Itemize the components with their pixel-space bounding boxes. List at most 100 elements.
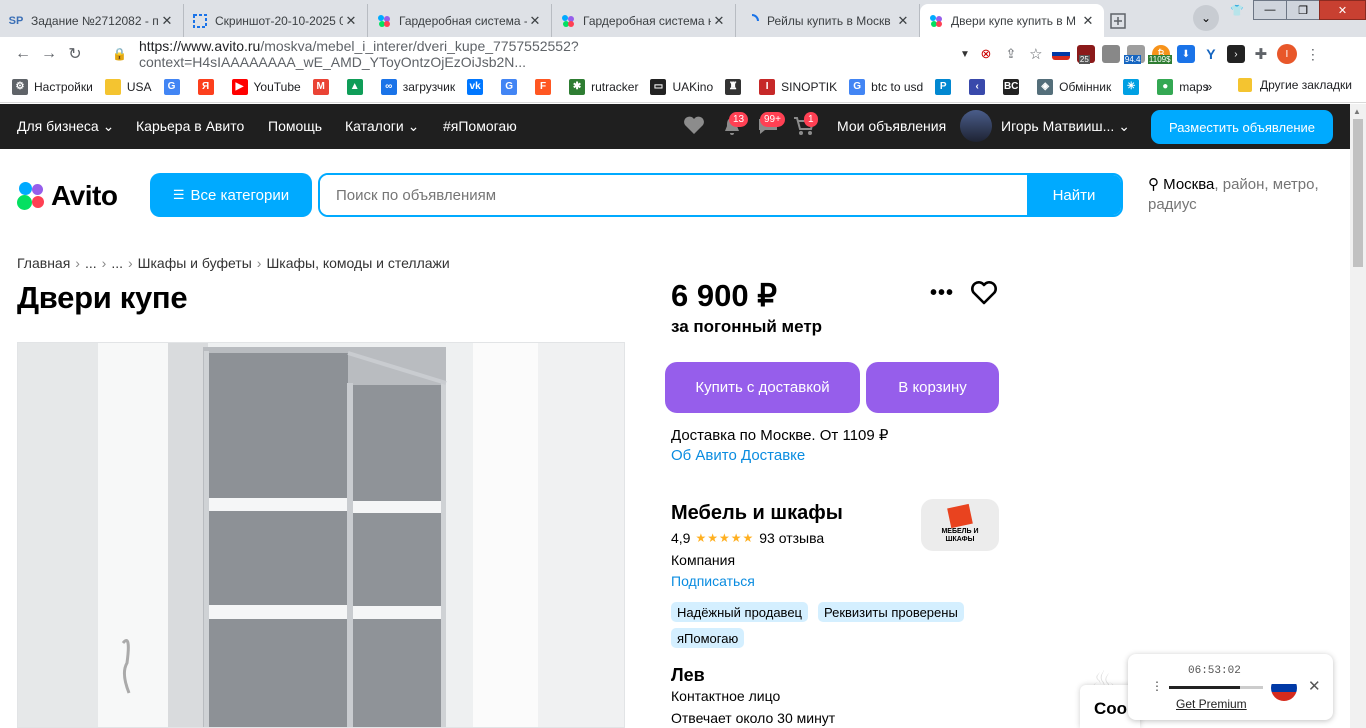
nav-catalogs[interactable]: Каталоги ⌄ xyxy=(345,118,419,135)
add-to-cart-button[interactable]: В корзину xyxy=(866,362,999,413)
bookmark-item[interactable]: ♜ xyxy=(725,78,747,95)
bookmark-item[interactable]: ‹ xyxy=(969,78,991,95)
product-photo[interactable] xyxy=(17,342,625,728)
subscribe-link[interactable]: Подписаться xyxy=(671,573,755,589)
my-ads-link[interactable]: Мои объявления xyxy=(837,118,946,134)
russia-flag-icon[interactable] xyxy=(1051,48,1070,60)
bookmark-item[interactable]: F xyxy=(535,78,557,95)
reload-button[interactable]: ↻ xyxy=(62,44,88,64)
place-ad-button[interactable]: Разместить объявление xyxy=(1151,110,1333,144)
bookmark-item[interactable]: P xyxy=(935,78,957,95)
avito-logo[interactable]: Avito xyxy=(17,180,118,212)
bookmark-item[interactable]: Gbtc to usd xyxy=(849,78,923,95)
breadcrumb-item[interactable]: Главная xyxy=(17,255,70,271)
close-tab-icon[interactable]: ✕ xyxy=(711,13,727,29)
favorite-heart-icon[interactable] xyxy=(970,280,1000,308)
avatar[interactable] xyxy=(960,110,992,142)
progress-bar[interactable] xyxy=(1169,686,1263,689)
share-icon[interactable]: ⇪ xyxy=(1002,45,1020,63)
browser-tab[interactable]: SP Задание №2712082 - п ✕ xyxy=(0,4,184,37)
breadcrumb-item[interactable]: Шкафы, комоды и стеллажи xyxy=(266,255,449,271)
get-premium-link[interactable]: Get Premium xyxy=(1176,697,1247,711)
bitcoin-icon[interactable]: ₿ 1109$ xyxy=(1147,45,1172,64)
close-tab-icon[interactable]: ✕ xyxy=(1080,13,1096,29)
profile-icon[interactable]: 👕 xyxy=(1220,0,1254,20)
bookmark-item[interactable]: ⚙ Настройки xyxy=(12,78,93,95)
all-categories-button[interactable]: ☰ Все категории xyxy=(150,173,312,217)
omnibox[interactable]: 🔒 https://www.avito.ru/moskva/mebel_i_in… xyxy=(102,38,952,70)
seller-name[interactable]: Мебель и шкафы xyxy=(671,502,843,525)
location-selector[interactable]: ⚲ Москва, район, метро, радиус xyxy=(1148,175,1338,215)
bookmark-item[interactable]: BC xyxy=(1003,78,1025,95)
breadcrumb-item[interactable]: Шкафы и буфеты xyxy=(138,255,252,271)
bookmark-item[interactable]: ▭ UAKino xyxy=(650,78,713,95)
close-tab-icon[interactable]: ✕ xyxy=(159,13,175,29)
close-icon[interactable]: ✕ xyxy=(1308,677,1321,695)
bookmark-item[interactable]: ∞ загрузчик xyxy=(380,78,455,95)
vpn-icon[interactable]: Y xyxy=(1202,45,1220,63)
delivery-link[interactable]: Об Авито Доставке xyxy=(671,447,805,464)
bookmark-item[interactable]: ▲ xyxy=(346,78,369,95)
star-icon[interactable]: ☆ xyxy=(1027,45,1045,63)
bookmark-item[interactable]: G xyxy=(163,78,186,95)
more-options-icon[interactable]: ••• xyxy=(930,282,954,305)
nav-career[interactable]: Карьера в Авито xyxy=(136,118,244,134)
page-scrollbar[interactable]: ▲ xyxy=(1350,104,1366,728)
scrollbar-thumb[interactable] xyxy=(1353,119,1363,267)
blocked-icon[interactable]: ⊗ xyxy=(977,45,995,63)
find-button[interactable]: Найти xyxy=(1027,175,1121,215)
user-menu[interactable]: Игорь Матвииш... ⌄ xyxy=(1001,118,1130,135)
close-tab-icon[interactable]: ✕ xyxy=(527,13,543,29)
bookmark-item[interactable]: ✳ xyxy=(1123,78,1145,95)
avatar[interactable]: I xyxy=(1276,44,1297,64)
nav-charity[interactable]: #яПомогаю xyxy=(443,118,517,134)
shield-extension-icon[interactable]: 25 xyxy=(1076,45,1095,64)
nav-help[interactable]: Помощь xyxy=(268,118,322,134)
bookmark-item[interactable]: ◈ Обмінник xyxy=(1037,78,1111,95)
briefcase-icon[interactable] xyxy=(1101,45,1120,63)
close-window-button[interactable]: ✕ xyxy=(1319,0,1366,20)
new-tab-button[interactable] xyxy=(1104,4,1132,37)
browser-tab[interactable]: Скриншот-20-10-2025 0 ✕ xyxy=(184,4,368,37)
minimize-button[interactable]: — xyxy=(1253,0,1287,20)
bookmark-item[interactable]: G xyxy=(501,78,523,95)
bookmark-item[interactable]: vk xyxy=(467,78,489,95)
seller-rating[interactable]: 4,9 ★★★★★ 93 отзыва xyxy=(671,530,824,546)
bookmark-item[interactable]: ✱ rutracker xyxy=(569,78,638,95)
nav-business[interactable]: Для бизнеса ⌄ xyxy=(17,118,114,135)
search-input[interactable] xyxy=(320,175,1027,215)
bookmark-item[interactable]: ▶ YouTube xyxy=(231,78,301,95)
browser-tab[interactable]: Гардеробная система - ✕ xyxy=(368,4,552,37)
chevron-down-icon[interactable]: ▼ xyxy=(960,49,970,60)
cloud-extension-icon[interactable]: 94.4 xyxy=(1123,45,1145,64)
puzzle-icon[interactable]: ✚ xyxy=(1252,45,1270,63)
russia-flag-icon[interactable] xyxy=(1271,675,1297,701)
browser-tab-active[interactable]: Двери купе купить в М ✕ xyxy=(920,4,1104,37)
browser-tab[interactable]: Гардеробная система н ✕ xyxy=(552,4,736,37)
download-icon[interactable]: ⬇ xyxy=(1176,45,1195,63)
breadcrumb-item[interactable]: ... xyxy=(85,255,97,271)
browser-tab[interactable]: Рейлы купить в Москв ✕ xyxy=(736,4,920,37)
bookmark-item[interactable]: Я xyxy=(197,78,220,95)
close-tab-icon[interactable]: ✕ xyxy=(895,13,911,29)
seller-logo[interactable]: МЕБЕЛЬ И ШКАФЫ xyxy=(921,499,999,551)
bookmarks-more-button[interactable]: » xyxy=(1205,79,1212,94)
badge-reliable-seller[interactable]: Надёжный продавец xyxy=(671,602,808,622)
bookmark-item[interactable]: I SINOPTIK xyxy=(759,78,837,95)
forward-button[interactable]: → xyxy=(36,45,62,63)
menu-icon[interactable]: ⋮ xyxy=(1151,679,1163,693)
close-tab-icon[interactable]: ✕ xyxy=(343,13,359,29)
bookmark-item[interactable]: M xyxy=(312,78,335,95)
badge-verified-requisites[interactable]: Реквизиты проверены xyxy=(818,602,964,622)
menu-icon[interactable]: ⋮ xyxy=(1304,45,1322,63)
terminal-icon[interactable]: › xyxy=(1226,45,1245,63)
bookmark-item[interactable]: USA xyxy=(104,78,152,95)
back-button[interactable]: ← xyxy=(10,45,36,63)
bookmark-item[interactable]: ● maps xyxy=(1157,78,1209,95)
badge-charity[interactable]: яПомогаю xyxy=(671,628,745,648)
tab-search-button[interactable]: ⌄ xyxy=(1193,5,1219,31)
breadcrumb-item[interactable]: ... xyxy=(111,255,123,271)
scroll-up-icon[interactable]: ▲ xyxy=(1353,107,1361,116)
favorites-heart-icon[interactable] xyxy=(683,115,705,138)
maximize-button[interactable]: ❐ xyxy=(1286,0,1320,20)
